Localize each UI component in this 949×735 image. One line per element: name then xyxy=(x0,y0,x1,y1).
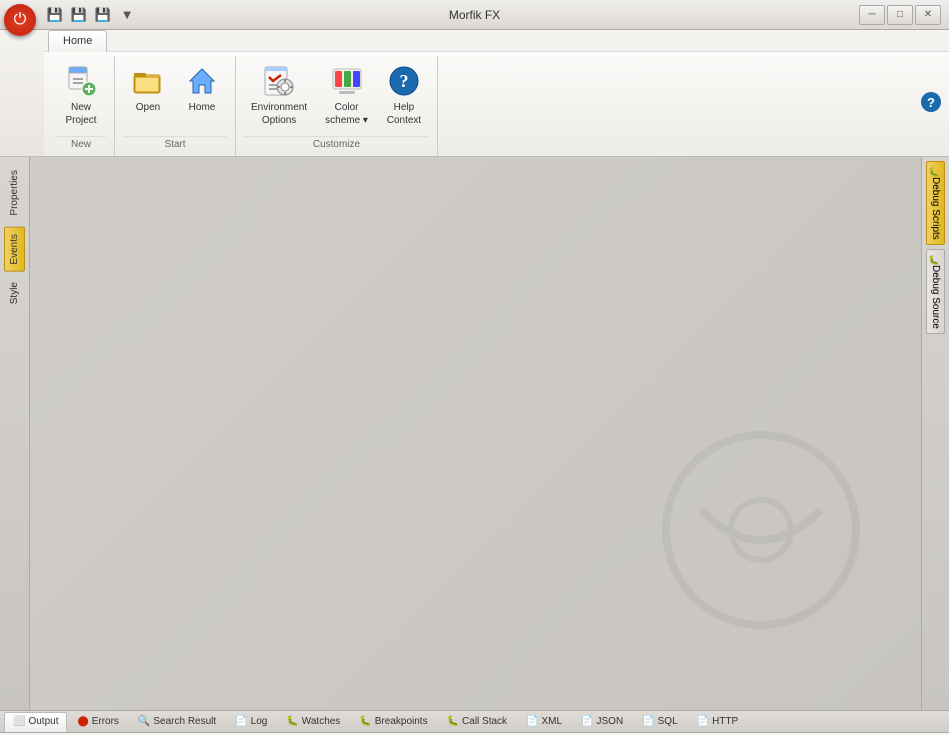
bottom-tab-bar: ⬜ Output ⬤ Errors 🔍 Search Result 📄 Log … xyxy=(0,711,949,733)
environment-options-icon xyxy=(261,63,297,99)
environment-options-button[interactable]: EnvironmentOptions xyxy=(244,58,314,132)
ribbon-help-button[interactable]: ? xyxy=(921,92,941,112)
ribbon-group-customize: EnvironmentOptions Colors xyxy=(236,56,438,156)
home-button[interactable]: Home xyxy=(177,58,227,119)
quick-access-dropdown[interactable]: ▼ xyxy=(116,4,138,26)
tab-breakpoints[interactable]: 🐛 Breakpoints xyxy=(350,712,436,732)
tab-output[interactable]: ⬜ Output xyxy=(4,712,67,732)
save-button-3[interactable]: 💾 xyxy=(92,4,114,26)
close-button[interactable]: ✕ xyxy=(915,5,941,25)
sidebar-tab-style[interactable]: Style xyxy=(4,273,25,313)
tab-http-label: HTTP xyxy=(712,716,738,727)
log-icon: 📄 xyxy=(235,716,247,727)
tab-http[interactable]: 📄 HTTP xyxy=(688,712,748,732)
tab-xml-label: XML xyxy=(542,716,563,727)
app-icon[interactable]: ⏻ xyxy=(4,4,36,36)
tab-watches[interactable]: 🐛 Watches xyxy=(277,712,349,732)
breakpoints-icon: 🐛 xyxy=(359,716,371,727)
tab-watches-label: Watches xyxy=(302,716,341,727)
sidebar-tab-events[interactable]: Events xyxy=(4,227,25,272)
home-label: Home xyxy=(189,101,216,114)
xml-icon: 📄 xyxy=(526,716,538,727)
tab-xml[interactable]: 📄 XML xyxy=(517,712,571,732)
right-sidebar: 🐛Debug Scripts 🐛Debug Source xyxy=(921,157,949,710)
sidebar-tab-debug-source[interactable]: 🐛Debug Source xyxy=(926,249,945,334)
tab-errors-label: Errors xyxy=(92,716,119,727)
http-icon: 📄 xyxy=(697,716,709,727)
tab-errors[interactable]: ⬤ Errors xyxy=(68,712,127,732)
color-scheme-label: Colorscheme ▾ xyxy=(325,101,368,127)
color-scheme-icon xyxy=(329,63,365,99)
tab-sql-label: SQL xyxy=(658,716,678,727)
color-scheme-button[interactable]: Colorscheme ▾ xyxy=(318,58,375,132)
ribbon-content: NewProject New xyxy=(44,51,949,156)
tab-breakpoints-label: Breakpoints xyxy=(375,716,428,727)
home-icon xyxy=(184,63,220,99)
open-label: Open xyxy=(136,101,160,114)
group-new-label: New xyxy=(56,136,106,152)
bottom-panel: ⬜ Output ⬤ Errors 🔍 Search Result 📄 Log … xyxy=(0,710,949,735)
group-start-label: Start xyxy=(123,136,227,152)
output-icon: ⬜ xyxy=(13,716,25,727)
svg-text:?: ? xyxy=(399,71,408,91)
left-sidebar: Properties Events Style xyxy=(0,157,30,710)
tab-call-stack[interactable]: 🐛 Call Stack xyxy=(438,712,516,732)
save-button-1[interactable]: 💾 xyxy=(44,4,66,26)
restore-button[interactable]: □ xyxy=(887,5,913,25)
json-icon: 📄 xyxy=(581,716,593,727)
help-context-label: HelpContext xyxy=(387,101,421,127)
workspace xyxy=(30,157,921,710)
tab-output-label: Output xyxy=(28,716,58,727)
save-button-2[interactable]: 💾 xyxy=(68,4,90,26)
tab-sql[interactable]: 📄 SQL xyxy=(633,712,686,732)
new-project-button[interactable]: NewProject xyxy=(56,58,106,132)
tab-json[interactable]: 📄 JSON xyxy=(572,712,632,732)
new-project-icon xyxy=(63,63,99,99)
help-context-icon: ? xyxy=(386,63,422,99)
open-button[interactable]: Open xyxy=(123,58,173,119)
minimize-button[interactable]: ─ xyxy=(859,5,885,25)
watches-icon: 🐛 xyxy=(286,716,298,727)
help-context-button[interactable]: ? HelpContext xyxy=(379,58,429,132)
sidebar-tab-properties[interactable]: Properties xyxy=(4,161,25,225)
window-controls: ─ □ ✕ xyxy=(859,5,941,25)
search-result-icon: 🔍 xyxy=(138,716,150,727)
sidebar-tab-debug-scripts[interactable]: 🐛Debug Scripts xyxy=(926,161,945,245)
open-icon xyxy=(130,63,166,99)
tab-json-label: JSON xyxy=(597,716,624,727)
ribbon-group-start: Open Home Start xyxy=(115,56,236,156)
tab-search-result-label: Search Result xyxy=(153,716,216,727)
tab-home[interactable]: Home xyxy=(48,30,107,52)
app-title: Morfik FX xyxy=(449,8,500,22)
group-customize-label: Customize xyxy=(244,136,429,152)
errors-icon: ⬤ xyxy=(77,716,88,727)
quick-access-toolbar: 💾 💾 💾 ▼ xyxy=(44,4,138,26)
ribbon-group-new: NewProject New xyxy=(48,56,115,156)
tab-search-result[interactable]: 🔍 Search Result xyxy=(129,712,225,732)
sql-icon: 📄 xyxy=(642,716,654,727)
ribbon: Home xyxy=(0,30,949,157)
environment-options-label: EnvironmentOptions xyxy=(251,101,307,127)
call-stack-icon: 🐛 xyxy=(447,716,459,727)
tab-log-label: Log xyxy=(251,716,268,727)
tab-log[interactable]: 📄 Log xyxy=(226,712,276,732)
new-project-label: NewProject xyxy=(65,101,96,127)
ribbon-tabs: Home xyxy=(44,30,949,51)
workspace-watermark xyxy=(661,430,861,630)
tab-call-stack-label: Call Stack xyxy=(462,716,507,727)
